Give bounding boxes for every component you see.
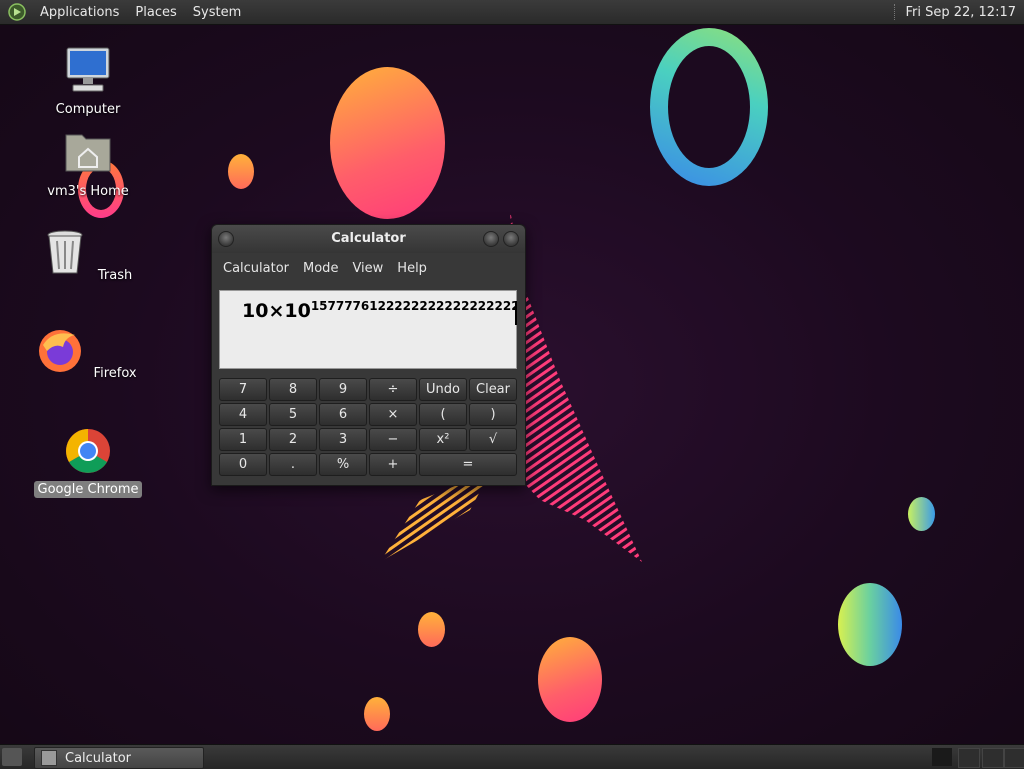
key-square[interactable]: x² — [419, 428, 467, 451]
key-3[interactable]: 3 — [319, 428, 367, 451]
desktop-icon-chrome[interactable]: Google Chrome — [33, 425, 143, 498]
key-equals[interactable]: = — [419, 453, 517, 476]
key-multiply[interactable]: × — [369, 403, 417, 426]
places-menu[interactable]: Places — [127, 5, 184, 20]
window-title: Calculator — [331, 231, 406, 246]
clock[interactable]: Fri Sep 22, 12:17 — [905, 5, 1024, 20]
key-7[interactable]: 7 — [219, 378, 267, 401]
calculator-menubar: Calculator Mode View Help — [212, 253, 525, 283]
text-caret — [515, 301, 517, 325]
window-titlebar[interactable]: Calculator — [212, 225, 525, 253]
key-6[interactable]: 6 — [319, 403, 367, 426]
home-folder-icon — [65, 134, 111, 172]
key-1[interactable]: 1 — [219, 428, 267, 451]
menu-mode[interactable]: Mode — [296, 261, 345, 276]
desktop-icon-computer[interactable]: Computer — [33, 45, 143, 118]
key-open-paren[interactable]: ( — [419, 403, 467, 426]
key-divide[interactable]: ÷ — [369, 378, 417, 401]
display-expression: 10×101577776122222222222222222222 — [242, 299, 516, 322]
key-add[interactable]: + — [369, 453, 417, 476]
desktop-icon-label: Firefox — [93, 366, 137, 381]
key-percent[interactable]: % — [319, 453, 367, 476]
key-close-paren[interactable]: ) — [469, 403, 517, 426]
minimize-button[interactable] — [483, 231, 499, 247]
window-menu-button[interactable] — [218, 231, 234, 247]
key-undo[interactable]: Undo — [419, 378, 467, 401]
menu-view[interactable]: View — [345, 261, 390, 276]
system-menu[interactable]: System — [185, 5, 249, 20]
key-5[interactable]: 5 — [269, 403, 317, 426]
desktop-icon-home[interactable]: vm3's Home — [33, 127, 143, 200]
calculator-window: Calculator Calculator Mode View Help 10×… — [211, 224, 526, 486]
desktop-icon-label: Google Chrome — [33, 481, 143, 498]
workspace-3[interactable] — [982, 748, 1004, 768]
key-2[interactable]: 2 — [269, 428, 317, 451]
expression-base: 10×10 — [242, 300, 311, 322]
calculator-display[interactable]: 10×101577776122222222222222222222 — [219, 290, 517, 369]
maximize-button[interactable] — [503, 231, 519, 247]
chrome-icon — [66, 429, 110, 473]
workspace-2[interactable] — [958, 748, 980, 768]
expression-exponent: 1577776122222222222222222222 — [310, 299, 516, 313]
menu-calculator[interactable]: Calculator — [216, 261, 296, 276]
distro-logo-icon[interactable] — [8, 3, 26, 21]
calculator-keypad: 7 8 9 ÷ Undo Clear 4 5 6 × ( ) 1 2 3 − x… — [219, 378, 519, 476]
desktop-icon-firefox[interactable]: Firefox — [33, 325, 143, 382]
desktop-icon-label: Computer — [55, 102, 121, 117]
key-clear[interactable]: Clear — [469, 378, 517, 401]
key-subtract[interactable]: − — [369, 428, 417, 451]
key-square-root[interactable]: √ — [469, 428, 517, 451]
applications-menu[interactable]: Applications — [32, 5, 127, 20]
desktop-icon-label: vm3's Home — [47, 184, 129, 199]
taskbar-calculator-button[interactable]: Calculator — [34, 747, 204, 769]
trash-icon — [47, 230, 83, 274]
taskbar-button-label: Calculator — [65, 750, 132, 766]
top-panel: Applications Places System Fri Sep 22, 1… — [0, 0, 1024, 25]
key-0[interactable]: 0 — [219, 453, 267, 476]
computer-icon — [66, 47, 110, 92]
workspace-4[interactable] — [1004, 748, 1024, 768]
panel-separator — [894, 4, 897, 20]
desktop-icon-trash[interactable]: Trash — [33, 227, 143, 284]
key-9[interactable]: 9 — [319, 378, 367, 401]
calculator-icon — [41, 750, 57, 766]
firefox-icon — [39, 330, 82, 372]
show-desktop-icon[interactable] — [2, 748, 22, 766]
key-4[interactable]: 4 — [219, 403, 267, 426]
workspace-1[interactable] — [932, 748, 952, 766]
bottom-taskbar: Calculator — [0, 744, 1024, 769]
menu-help[interactable]: Help — [390, 261, 434, 276]
key-8[interactable]: 8 — [269, 378, 317, 401]
key-decimal[interactable]: . — [269, 453, 317, 476]
desktop-icon-label: Trash — [97, 268, 133, 283]
